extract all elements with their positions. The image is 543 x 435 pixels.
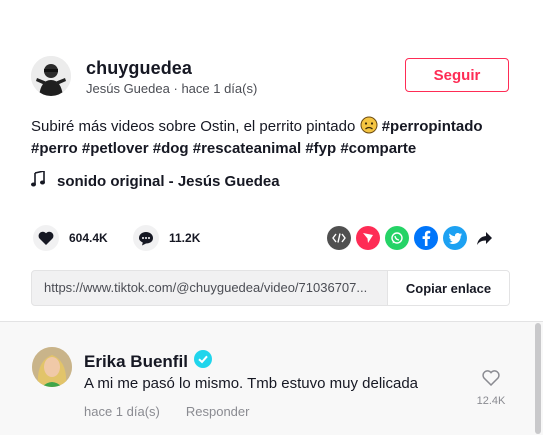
hashtag-link[interactable]: #dog: [153, 140, 189, 157]
author-username[interactable]: chuyguedea: [86, 58, 192, 79]
send-to-friends-icon[interactable]: [356, 226, 380, 250]
video-url[interactable]: https://www.tiktok.com/@chuyguedea/video…: [32, 271, 387, 305]
heart-icon[interactable]: [33, 225, 59, 251]
heart-outline-icon[interactable]: [482, 370, 500, 389]
comment-meta: hace 1 día(s) Responder: [84, 404, 249, 419]
comment-count: 11.2K: [169, 231, 201, 245]
post-time: hace 1 día(s): [181, 81, 258, 96]
description-text: Subiré más videos sobre Ostin, el perrit…: [31, 118, 356, 135]
whatsapp-icon[interactable]: [385, 226, 409, 250]
author-avatar[interactable]: [31, 56, 71, 96]
hashtag-link[interactable]: #petlover: [82, 140, 149, 157]
scrollbar[interactable]: [535, 323, 541, 434]
hashtag-link[interactable]: #perro: [31, 140, 78, 157]
commenter-name-row: Erika Buenfil: [84, 350, 212, 373]
comment-like[interactable]: 12.4K: [474, 370, 508, 407]
copy-link-button[interactable]: Copiar enlace: [387, 271, 509, 305]
facebook-icon[interactable]: [414, 226, 438, 250]
author-subline: Jesús Guedea · hace 1 día(s): [86, 81, 257, 96]
video-description: Subiré más videos sobre Ostin, el perrit…: [31, 116, 521, 160]
comment-icon[interactable]: [133, 225, 159, 251]
twitter-icon[interactable]: [443, 226, 467, 250]
video-link-bar: https://www.tiktok.com/@chuyguedea/video…: [31, 270, 510, 306]
hashtag-link[interactable]: #comparte: [340, 140, 416, 157]
share-bar: [327, 226, 496, 250]
author-display-name[interactable]: Jesús Guedea: [86, 81, 170, 96]
like-count: 604.4K: [69, 231, 108, 245]
share-arrow-icon[interactable]: [472, 226, 496, 250]
like-stat[interactable]: 604.4K: [33, 225, 108, 251]
music-note-icon: [31, 170, 45, 191]
worried-face-emoji-icon: [360, 116, 378, 134]
comment-text: A mi me pasó lo mismo. Tmb estuvo muy de…: [84, 375, 419, 392]
music-title: sonido original - Jesús Guedea: [57, 172, 280, 190]
comment-stat[interactable]: 11.2K: [133, 225, 200, 251]
music-link[interactable]: sonido original - Jesús Guedea: [31, 170, 280, 191]
hashtag-link[interactable]: #rescateanimal: [193, 140, 301, 157]
comment-like-count: 12.4K: [476, 395, 506, 407]
separator-dot: ·: [173, 81, 178, 96]
hashtag-link[interactable]: #fyp: [305, 140, 336, 157]
verified-badge-icon: [193, 350, 212, 373]
hashtag-link[interactable]: #perropintado: [382, 118, 483, 135]
follow-button[interactable]: Seguir: [405, 58, 509, 92]
comment-time: hace 1 día(s): [84, 404, 160, 419]
commenter-name[interactable]: Erika Buenfil: [84, 352, 188, 372]
embed-code-icon[interactable]: [327, 226, 351, 250]
commenter-avatar[interactable]: [32, 347, 72, 387]
reply-button[interactable]: Responder: [186, 404, 250, 419]
